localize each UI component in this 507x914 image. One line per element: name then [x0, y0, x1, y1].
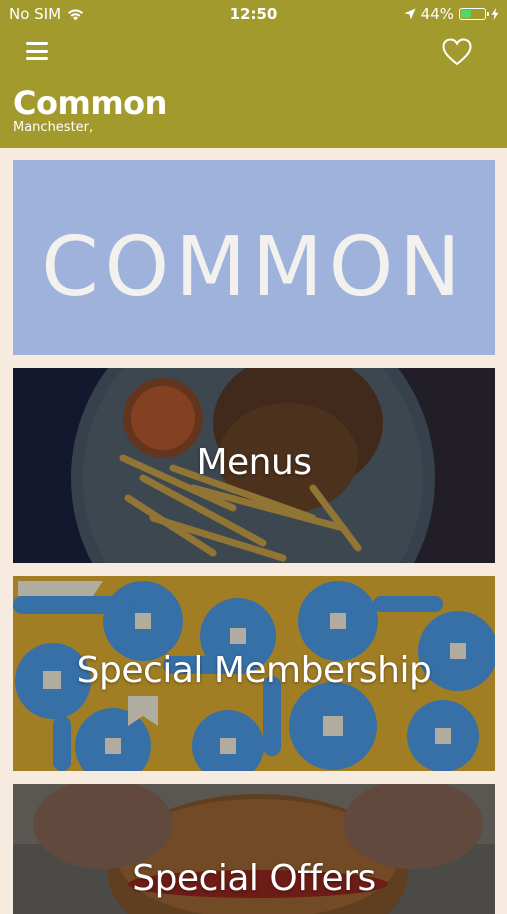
brand-banner: COMMON: [13, 160, 495, 355]
hamburger-icon[interactable]: [26, 42, 48, 60]
battery-fill: [461, 10, 471, 18]
menus-tile[interactable]: Menus: [13, 368, 495, 563]
menus-label: Menus: [196, 442, 312, 483]
charging-bolt-icon: [491, 8, 499, 20]
app-header: Common Manchester,: [0, 28, 507, 148]
venue-location: Manchester,: [13, 120, 94, 135]
heart-icon[interactable]: [442, 38, 472, 66]
status-bar: No SIM 12:50 44%: [0, 0, 507, 28]
battery-icon: [459, 8, 489, 20]
brand-logo-text: COMMON: [41, 220, 467, 315]
special-membership-label: Special Membership: [76, 650, 432, 691]
special-offers-label: Special Offers: [132, 858, 376, 899]
special-offers-tile[interactable]: Special Offers: [13, 784, 495, 914]
location-arrow-icon: [404, 8, 416, 20]
special-membership-tile[interactable]: Special Membership: [13, 576, 495, 771]
status-right: 44%: [404, 5, 499, 23]
battery-percent: 44%: [420, 5, 454, 23]
venue-title: Common: [13, 84, 167, 122]
